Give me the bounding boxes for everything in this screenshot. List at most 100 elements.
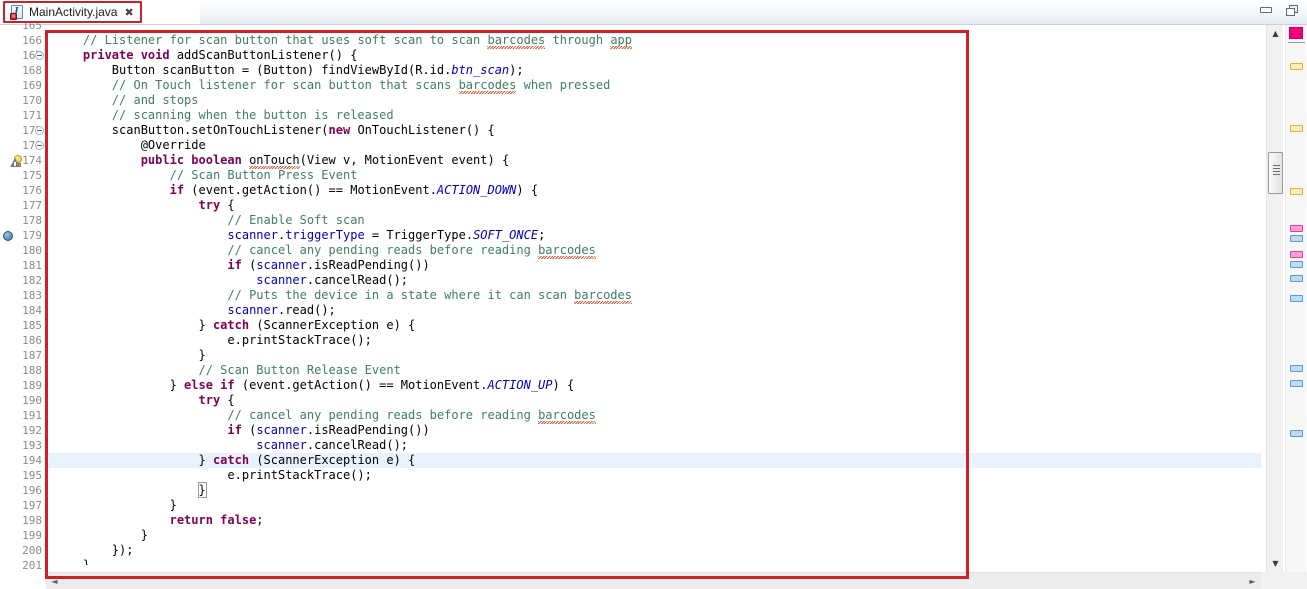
fold-collapse-icon[interactable] <box>35 126 44 135</box>
code-line[interactable]: // Listener for scan button that uses so… <box>46 33 1261 48</box>
code-line[interactable]: // Enable Soft scan <box>46 213 1261 228</box>
vertical-scrollbar-thumb[interactable] <box>1268 152 1283 194</box>
code-line[interactable] <box>46 25 1261 33</box>
overview-ruler-mark[interactable] <box>1290 275 1303 282</box>
scroll-down-arrow-icon[interactable]: ▼ <box>1267 555 1284 572</box>
overview-ruler-mark[interactable] <box>1290 295 1303 302</box>
code-line[interactable]: try { <box>46 393 1261 408</box>
code-line[interactable]: } else if (event.getAction() == MotionEv… <box>46 378 1261 393</box>
line-number: 198 <box>0 513 42 528</box>
code-line[interactable]: // Puts the device in a state where it c… <box>46 288 1261 303</box>
code-line[interactable]: // Scan Button Release Event <box>46 363 1261 378</box>
overview-ruler-mark[interactable] <box>1290 261 1303 268</box>
line-number: 193 <box>0 438 42 453</box>
code-line[interactable]: if (scanner.isReadPending()) <box>46 258 1261 273</box>
code-line[interactable]: scanner.cancelRead(); <box>46 273 1261 288</box>
code-line-text: scanner.cancelRead(); <box>46 438 408 453</box>
ruler-error-summary-marker[interactable] <box>1289 27 1303 39</box>
code-line[interactable]: scanner.cancelRead(); <box>46 438 1261 453</box>
code-token: // cancel any pending reads before readi… <box>227 243 538 257</box>
code-line-text: // scanning when the button is released <box>46 108 394 123</box>
code-line-text: // cancel any pending reads before readi… <box>46 408 596 423</box>
code-token <box>54 183 170 197</box>
code-line[interactable]: if (event.getAction() == MotionEvent.ACT… <box>46 183 1261 198</box>
code-token: ; <box>256 513 263 527</box>
fold-collapse-icon[interactable] <box>35 51 44 60</box>
line-number: 196 <box>0 483 42 498</box>
code-line-text: // On Touch listener for scan button tha… <box>46 78 610 93</box>
code-token <box>54 438 256 452</box>
code-line[interactable]: }); <box>46 543 1261 558</box>
overview-ruler-mark[interactable] <box>1290 225 1303 232</box>
code-token: ACTION_DOWN <box>437 183 516 197</box>
scroll-up-arrow-icon[interactable]: ▲ <box>1267 25 1284 42</box>
code-line[interactable]: if (scanner.isReadPending()) <box>46 423 1261 438</box>
code-line[interactable]: private void addScanButtonListener() { <box>46 48 1261 63</box>
code-line-text: } else if (event.getAction() == MotionEv… <box>46 378 574 393</box>
window-restore-icon[interactable] <box>1285 3 1302 18</box>
fold-collapse-icon[interactable] <box>35 141 44 150</box>
code-token: @Override <box>54 138 206 152</box>
overview-ruler[interactable] <box>1285 25 1306 589</box>
breakpoint-marker-icon[interactable] <box>3 231 13 241</box>
scroll-left-arrow-icon[interactable]: ◄ <box>46 573 63 589</box>
code-line[interactable]: } <box>46 483 1261 498</box>
line-number-gutter[interactable]: 1651661671681691701711721731741751761771… <box>0 25 46 589</box>
ruler-divider <box>1288 42 1305 43</box>
overview-ruler-mark[interactable] <box>1290 251 1303 258</box>
quick-fix-warning-bulb-icon[interactable] <box>10 154 25 168</box>
code-token: }); <box>54 543 133 557</box>
code-token: .isReadPending()) <box>307 423 430 437</box>
code-line[interactable]: // On Touch listener for scan button tha… <box>46 78 1261 93</box>
code-line[interactable]: } <box>46 348 1261 363</box>
code-line[interactable]: scanner.read(); <box>46 303 1261 318</box>
code-line[interactable]: } <box>46 558 1261 565</box>
code-line[interactable]: scanButton.setOnTouchListener(new OnTouc… <box>46 123 1261 138</box>
code-token: (event.getAction() == MotionEvent. <box>242 378 488 392</box>
horizontal-scrollbar[interactable]: ◄ ► <box>46 572 1261 589</box>
scroll-right-arrow-icon[interactable]: ► <box>1244 573 1261 589</box>
code-line[interactable]: @Override <box>46 138 1261 153</box>
code-token <box>54 153 141 167</box>
overview-ruler-mark[interactable] <box>1290 125 1303 132</box>
code-token <box>54 168 170 182</box>
code-line[interactable]: Button scanButton = (Button) findViewByI… <box>46 63 1261 78</box>
overview-ruler-mark[interactable] <box>1290 188 1303 195</box>
code-line[interactable]: // and stops <box>46 93 1261 108</box>
code-line[interactable]: // cancel any pending reads before readi… <box>46 408 1261 423</box>
overview-ruler-mark[interactable] <box>1290 430 1303 437</box>
code-line[interactable]: } <box>46 528 1261 543</box>
code-text-area[interactable]: // Listener for scan button that uses so… <box>46 25 1261 565</box>
overview-ruler-mark[interactable] <box>1290 63 1303 70</box>
code-line[interactable]: // scanning when the button is released <box>46 108 1261 123</box>
code-line[interactable]: e.printStackTrace(); <box>46 333 1261 348</box>
line-number: 189 <box>0 378 42 393</box>
vertical-scrollbar[interactable]: ▲ ▼ <box>1266 25 1283 572</box>
code-line-text: return false; <box>46 513 264 528</box>
overview-ruler-mark[interactable] <box>1290 235 1303 242</box>
code-line-text: } catch (ScannerException e) { <box>46 318 415 333</box>
close-icon[interactable]: ✖ <box>124 7 133 18</box>
editor-tab-mainactivity[interactable]: J × MainActivity.java ✖ <box>3 1 142 23</box>
code-token: if <box>170 183 192 197</box>
code-token: ) { <box>516 183 538 197</box>
code-line-text: // Scan Button Release Event <box>46 363 401 378</box>
code-token: ) { <box>553 378 575 392</box>
code-line[interactable]: return false; <box>46 513 1261 528</box>
code-token: barcodes <box>538 408 596 422</box>
code-token: } <box>54 453 213 467</box>
code-line[interactable]: try { <box>46 198 1261 213</box>
overview-ruler-mark[interactable] <box>1290 365 1303 372</box>
code-token: (ScannerException e) { <box>256 318 415 332</box>
window-minimize-icon[interactable] <box>1258 3 1275 18</box>
code-line[interactable]: // cancel any pending reads before readi… <box>46 243 1261 258</box>
code-line[interactable]: } catch (ScannerException e) { <box>46 318 1261 333</box>
code-line[interactable]: } <box>46 498 1261 513</box>
code-line-current[interactable]: } catch (ScannerException e) { <box>46 453 1261 468</box>
code-line[interactable]: scanner.triggerType = TriggerType.SOFT_O… <box>46 228 1261 243</box>
overview-ruler-mark[interactable] <box>1290 380 1303 387</box>
code-editor[interactable]: 1651661671681691701711721731741751761771… <box>0 25 1307 589</box>
code-line[interactable]: // Scan Button Press Event <box>46 168 1261 183</box>
code-line[interactable]: e.printStackTrace(); <box>46 468 1261 483</box>
code-line[interactable]: public boolean onTouch(View v, MotionEve… <box>46 153 1261 168</box>
